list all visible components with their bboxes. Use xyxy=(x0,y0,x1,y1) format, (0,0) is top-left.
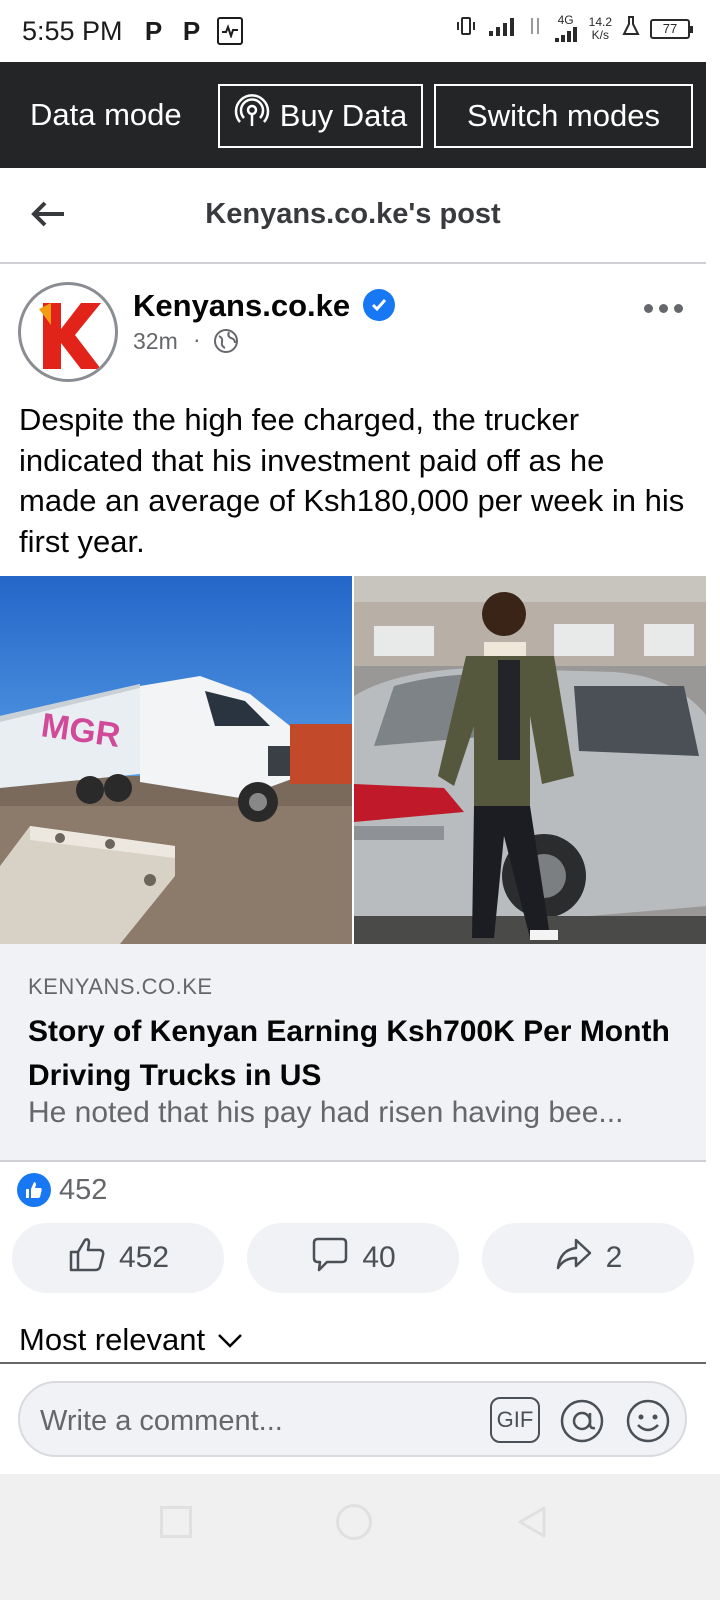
net-speed-value: 14.2 xyxy=(588,14,612,29)
chevron-down-icon xyxy=(215,1322,245,1358)
mention-icon[interactable] xyxy=(558,1397,606,1445)
comment-sort-label: Most relevant xyxy=(19,1322,206,1357)
buy-data-label: Buy Data xyxy=(279,98,408,133)
globe-icon xyxy=(213,328,239,354)
divider xyxy=(0,1362,706,1364)
data-mode-bar: Data mode Buy Data Switch modes xyxy=(0,62,706,168)
author-name[interactable]: Kenyans.co.ke xyxy=(133,288,350,324)
status-time: 5:55 PM xyxy=(22,15,123,46)
comment-input[interactable] xyxy=(40,1403,460,1439)
net-speed: 14.2 K/s xyxy=(588,14,612,42)
app-notification-icon: P xyxy=(144,15,163,46)
network-type-label: 4G xyxy=(557,13,574,27)
post-images[interactable]: MGR xyxy=(0,576,706,944)
comment-bubble-icon xyxy=(310,1234,350,1282)
post-author-row: Kenyans.co.ke 32m · xyxy=(0,264,706,392)
switch-modes-button[interactable]: Switch modes xyxy=(434,84,693,148)
vibrate-icon xyxy=(455,15,477,42)
post-header: Kenyans.co.ke's post xyxy=(0,168,706,264)
status-bar: 5:55 PM P P 4G 14.2 K/s 77 xyxy=(0,0,720,62)
post-text: Despite the high fee charged, the trucke… xyxy=(19,402,685,559)
emoji-icon[interactable] xyxy=(624,1397,672,1445)
net-speed-unit: K/s xyxy=(591,27,609,42)
system-nav-bar xyxy=(0,1474,720,1600)
link-description: He noted that his pay had risen having b… xyxy=(28,1096,624,1129)
comment-button[interactable]: 40 xyxy=(247,1223,459,1293)
share-count: 2 xyxy=(605,1241,623,1274)
share-button[interactable]: 2 xyxy=(482,1223,694,1293)
signal-icon xyxy=(487,15,517,42)
link-title: Story of Kenyan Earning Ksh700K Per Mont… xyxy=(28,1015,670,1092)
like-reaction-icon xyxy=(17,1173,51,1207)
comment-composer[interactable]: GIF xyxy=(18,1381,687,1457)
data-mode-label: Data mode xyxy=(30,97,182,132)
gif-button[interactable]: GIF xyxy=(490,1397,540,1443)
gif-label: GIF xyxy=(496,1407,534,1432)
battery-level: 77 xyxy=(662,21,678,36)
verified-badge-icon xyxy=(363,289,395,321)
reaction-count: 452 xyxy=(59,1173,108,1206)
home-icon[interactable] xyxy=(336,1504,372,1540)
link-domain: KENYANS.CO.KE xyxy=(28,974,213,999)
like-button[interactable]: 452 xyxy=(12,1223,224,1293)
post-timestamp[interactable]: 32m xyxy=(133,328,178,355)
page-title: Kenyans.co.ke's post xyxy=(205,198,501,230)
link-preview[interactable]: KENYANS.CO.KE Story of Kenyan Earning Ks… xyxy=(0,944,706,1162)
like-count: 452 xyxy=(118,1241,170,1274)
comment-count: 40 xyxy=(362,1241,396,1274)
data-transfer-icon xyxy=(527,15,543,42)
reaction-summary[interactable]: 452 xyxy=(17,1170,107,1210)
thumbs-up-icon xyxy=(67,1234,107,1282)
recent-apps-icon[interactable] xyxy=(160,1506,192,1538)
comment-sort-dropdown[interactable]: Most relevant xyxy=(19,1322,245,1358)
action-row: 452 40 2 xyxy=(12,1223,696,1293)
broadcast-icon xyxy=(234,94,270,138)
buy-data-button[interactable]: Buy Data xyxy=(218,84,423,148)
truck-photo[interactable]: MGR xyxy=(0,576,352,944)
switch-modes-label: Switch modes xyxy=(467,98,660,133)
man-with-car-photo[interactable] xyxy=(353,576,706,944)
separator: · xyxy=(193,326,201,352)
avatar[interactable] xyxy=(18,282,118,382)
app-notification-icon: P xyxy=(182,15,201,46)
back-triangle-icon[interactable] xyxy=(514,1504,550,1540)
more-options-icon[interactable] xyxy=(644,298,688,318)
activity-icon xyxy=(216,17,243,45)
flask-icon xyxy=(622,15,640,42)
battery-icon: 77 xyxy=(650,18,693,39)
status-icons: 4G 14.2 K/s 77 xyxy=(455,14,693,43)
share-arrow-icon xyxy=(554,1234,594,1282)
network-type: 4G xyxy=(553,14,579,43)
